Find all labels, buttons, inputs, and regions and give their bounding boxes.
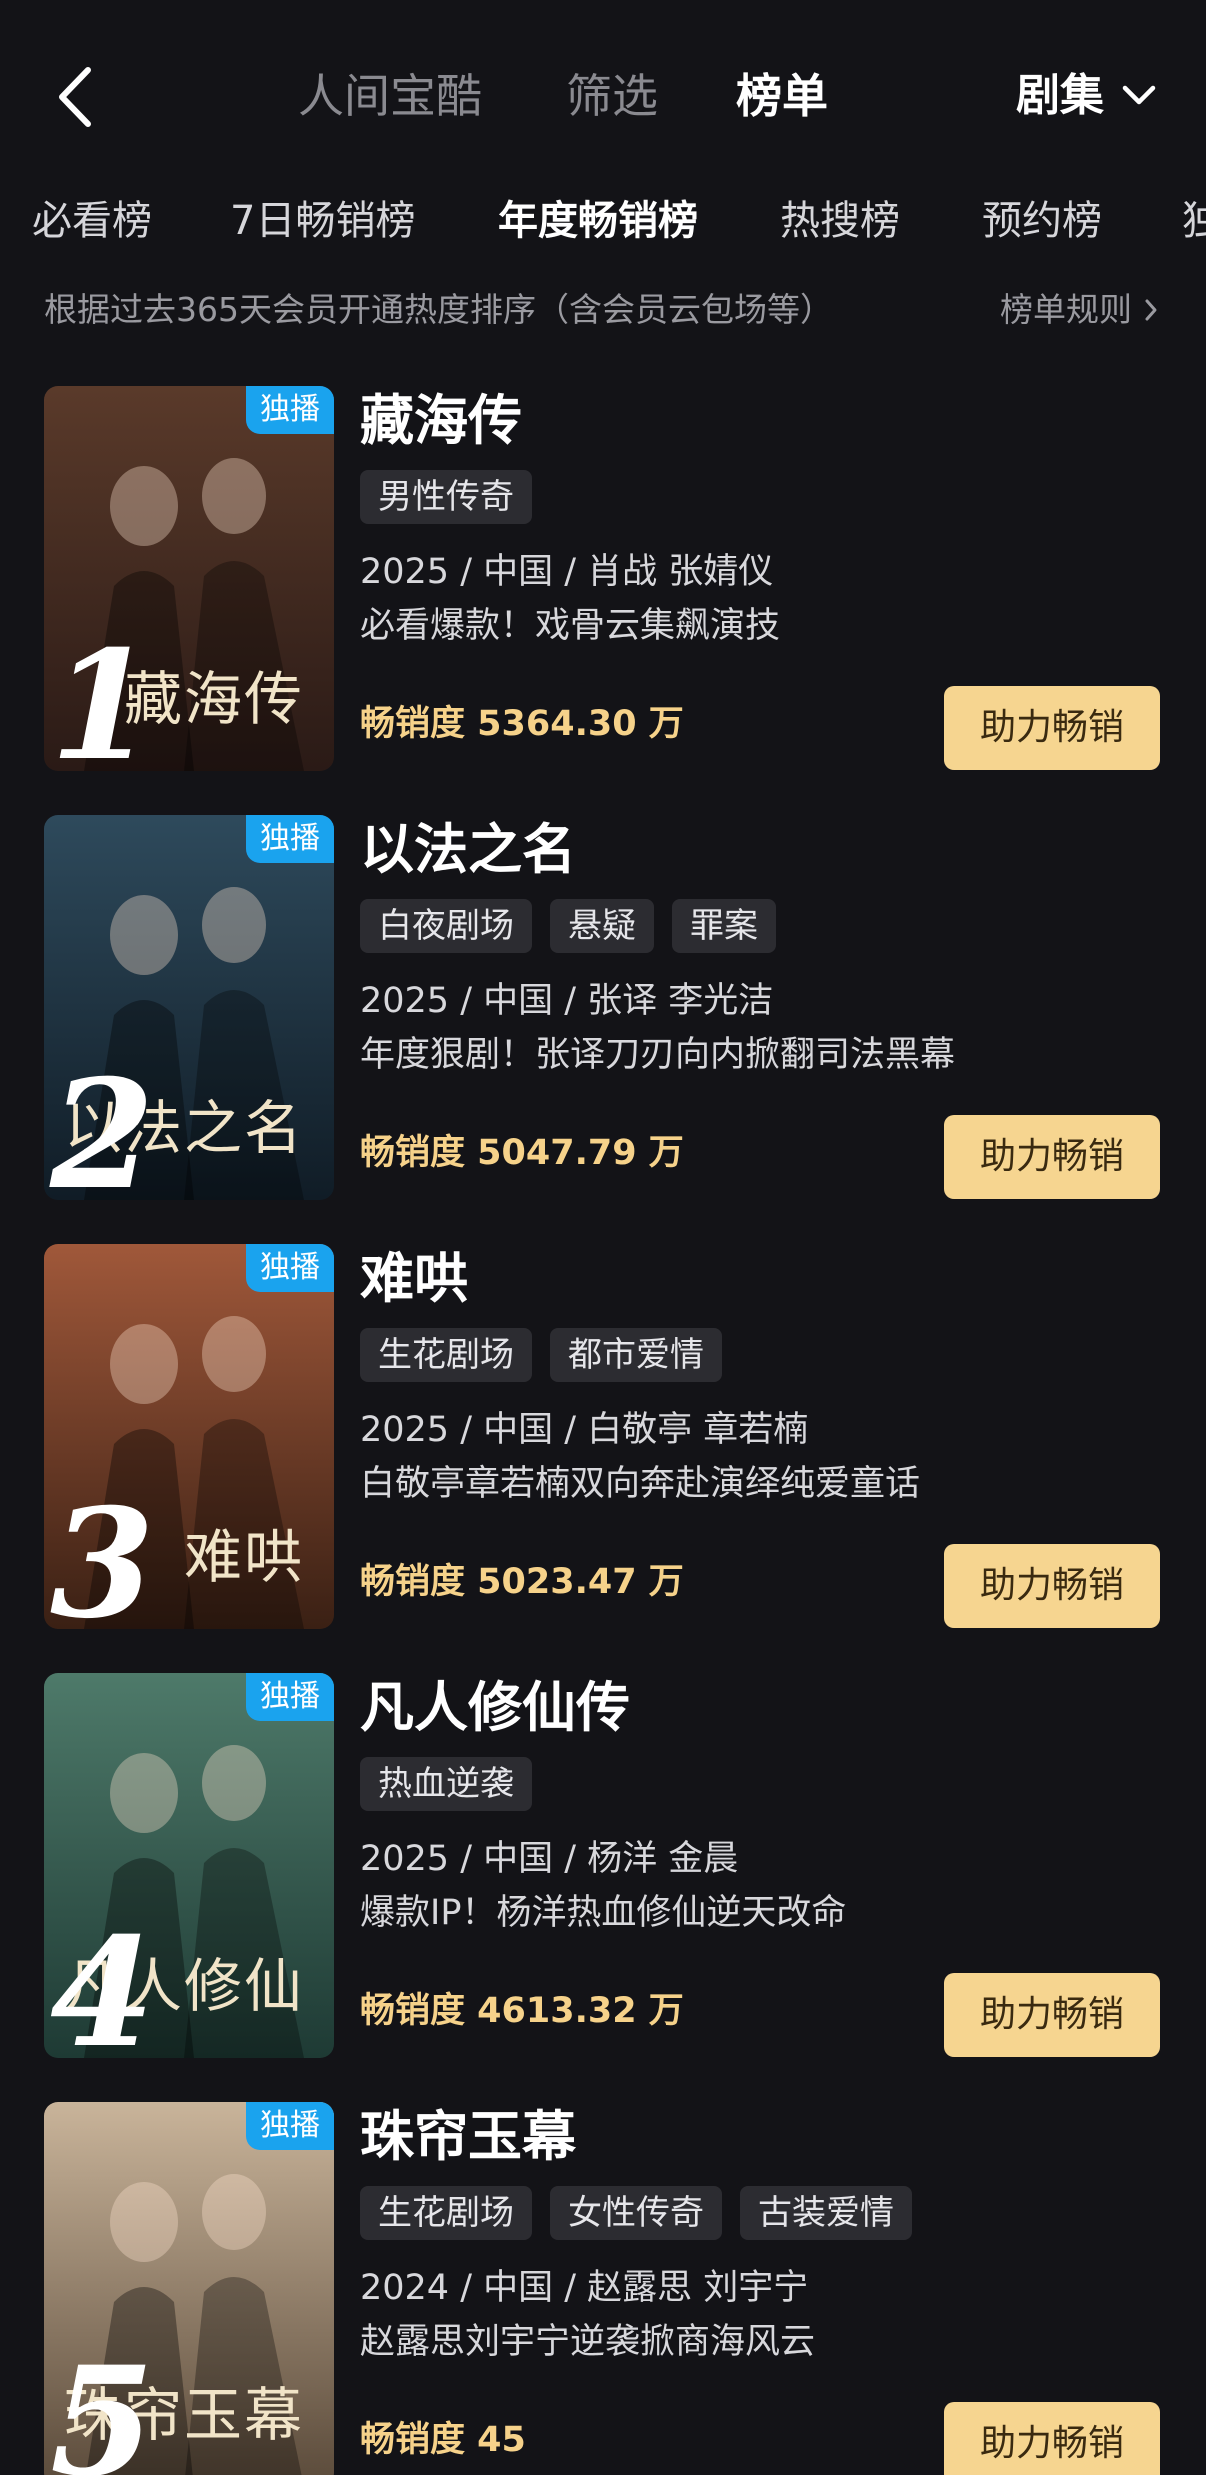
- exclusive-badge: 独播: [246, 815, 334, 863]
- exclusive-badge: 独播: [246, 1244, 334, 1292]
- rank-number: 1: [50, 618, 155, 771]
- exclusive-badge: 独播: [246, 386, 334, 434]
- subtab-hot-search[interactable]: 热搜榜: [780, 186, 900, 256]
- tag-list: 男性传奇: [360, 470, 532, 524]
- tab-rankings[interactable]: 榜单: [736, 66, 828, 126]
- rank-number: 3: [50, 1476, 155, 1629]
- ranking-rules-link[interactable]: 榜单规则: [1000, 284, 1158, 336]
- subtab-7day[interactable]: 7日畅销榜: [230, 186, 415, 256]
- genre-tag[interactable]: 男性传奇: [360, 470, 532, 524]
- show-meta: 2025 / 中国 / 肖战 张婧仪: [360, 552, 774, 592]
- tag-list: 白夜剧场 悬疑 罪案: [360, 899, 776, 953]
- genre-tag[interactable]: 古装爱情: [740, 2186, 912, 2240]
- genre-dropdown[interactable]: 剧集: [1016, 66, 1156, 126]
- boost-sales-button[interactable]: 助力畅销: [944, 1544, 1160, 1628]
- show-title[interactable]: 难哄: [360, 1244, 468, 1314]
- sales-score: 畅销度 5364.30 万: [360, 704, 684, 744]
- sales-score: 畅销度 4613.32 万: [360, 1991, 684, 2031]
- ranking-item[interactable]: 珠帘玉幕 5 独播 珠帘玉幕 生花剧场 女性传奇 古装爱情 2024 / 中国 / …: [0, 2102, 1206, 2475]
- chevron-left-icon: [59, 67, 91, 127]
- back-button[interactable]: [52, 62, 102, 132]
- subtab-must-watch[interactable]: 必看榜: [32, 186, 152, 256]
- show-meta: 2025 / 中国 / 张译 李光洁: [360, 981, 774, 1021]
- genre-tag[interactable]: 女性传奇: [550, 2186, 722, 2240]
- genre-tag[interactable]: 热血逆袭: [360, 1757, 532, 1811]
- subtab-annual[interactable]: 年度畅销榜: [498, 186, 698, 256]
- show-title[interactable]: 凡人修仙传: [360, 1673, 630, 1743]
- show-description: 赵露思刘宇宁逆袭掀商海风云: [360, 2322, 816, 2362]
- genre-tag[interactable]: 悬疑: [550, 899, 654, 953]
- rank-number: 5: [50, 2334, 155, 2475]
- ranking-item[interactable]: 凡人修仙 4 独播 凡人修仙传 热血逆袭 2025 / 中国 / 杨洋 金晨 爆…: [0, 1673, 1206, 2073]
- ranking-subtabs: 必看榜 7日畅销榜 年度畅销榜 热搜榜 预约榜 独: [0, 186, 1206, 256]
- chevron-right-icon: [1145, 299, 1157, 321]
- show-title[interactable]: 珠帘玉幕: [360, 2102, 576, 2172]
- tab-treasure[interactable]: 人间宝酷: [298, 66, 482, 126]
- poster-title: 难哄: [183, 1523, 304, 1591]
- show-meta: 2025 / 中国 / 白敬亭 章若楠: [360, 1410, 809, 1450]
- poster-image[interactable]: 珠帘玉幕 5 独播: [44, 2102, 334, 2475]
- boost-sales-button[interactable]: 助力畅销: [944, 686, 1160, 770]
- sales-score: 畅销度 5047.79 万: [360, 1133, 684, 1173]
- genre-tag[interactable]: 都市爱情: [550, 1328, 722, 1382]
- genre-dropdown-label: 剧集: [1016, 70, 1104, 121]
- show-description: 白敬亭章若楠双向奔赴演绎纯爱童话: [360, 1464, 921, 1504]
- ranking-item[interactable]: 以法之名 2 独播 以法之名 白夜剧场 悬疑 罪案 2025 / 中国 / 张译 李…: [0, 815, 1206, 1215]
- show-title[interactable]: 藏海传: [360, 386, 522, 456]
- tag-list: 生花剧场 都市爱情: [360, 1328, 722, 1382]
- poster-image[interactable]: 以法之名 2 独播: [44, 815, 334, 1200]
- rank-number: 4: [50, 1905, 155, 2058]
- genre-tag[interactable]: 白夜剧场: [360, 899, 532, 953]
- show-description: 爆款IP！杨洋热血修仙逆天改命: [360, 1893, 847, 1933]
- boost-sales-button[interactable]: 助力畅销: [944, 1973, 1160, 2057]
- ranking-item[interactable]: 难哄 3 独播 难哄 生花剧场 都市爱情 2025 / 中国 / 白敬亭 章若楠 …: [0, 1244, 1206, 1644]
- top-nav: 人间宝酷 筛选 榜单 剧集: [0, 0, 1206, 200]
- show-meta: 2024 / 中国 / 赵露思 刘宇宁: [360, 2268, 809, 2308]
- show-description: 必看爆款！戏骨云集飙演技: [360, 606, 781, 646]
- ranking-item[interactable]: 藏海传 1 独播 藏海传 男性传奇 2025 / 中国 / 肖战 张婧仪 必看爆…: [0, 386, 1206, 786]
- tag-list: 生花剧场 女性传奇 古装爱情: [360, 2186, 912, 2240]
- poster-image[interactable]: 藏海传 1 独播: [44, 386, 334, 771]
- boost-sales-button[interactable]: 助力畅销: [944, 1115, 1160, 1199]
- tag-list: 热血逆袭: [360, 1757, 532, 1811]
- show-title[interactable]: 以法之名: [360, 815, 576, 885]
- subtab-exclusive[interactable]: 独: [1182, 186, 1206, 256]
- genre-tag[interactable]: 生花剧场: [360, 2186, 532, 2240]
- sales-score: 畅销度 45: [360, 2420, 526, 2460]
- boost-sales-button[interactable]: 助力畅销: [944, 2402, 1160, 2475]
- show-description: 年度狠剧！张译刀刃向内掀翻司法黑幕: [360, 1035, 956, 1075]
- exclusive-badge: 独播: [246, 1673, 334, 1721]
- chevron-down-icon: [1122, 85, 1156, 105]
- exclusive-badge: 独播: [246, 2102, 334, 2150]
- ranking-description: 根据过去365天会员开通热度排序（含会员云包场等）: [44, 290, 833, 329]
- subtab-reservation[interactable]: 预约榜: [982, 186, 1102, 256]
- poster-image[interactable]: 凡人修仙 4 独播: [44, 1673, 334, 2058]
- ranking-rules-label: 榜单规则: [1000, 290, 1132, 329]
- poster-image[interactable]: 难哄 3 独播: [44, 1244, 334, 1629]
- rank-number: 2: [50, 1047, 155, 1200]
- show-meta: 2025 / 中国 / 杨洋 金晨: [360, 1839, 739, 1879]
- genre-tag[interactable]: 生花剧场: [360, 1328, 532, 1382]
- sales-score: 畅销度 5023.47 万: [360, 1562, 684, 1602]
- genre-tag[interactable]: 罪案: [672, 899, 776, 953]
- tab-filter[interactable]: 筛选: [566, 66, 658, 126]
